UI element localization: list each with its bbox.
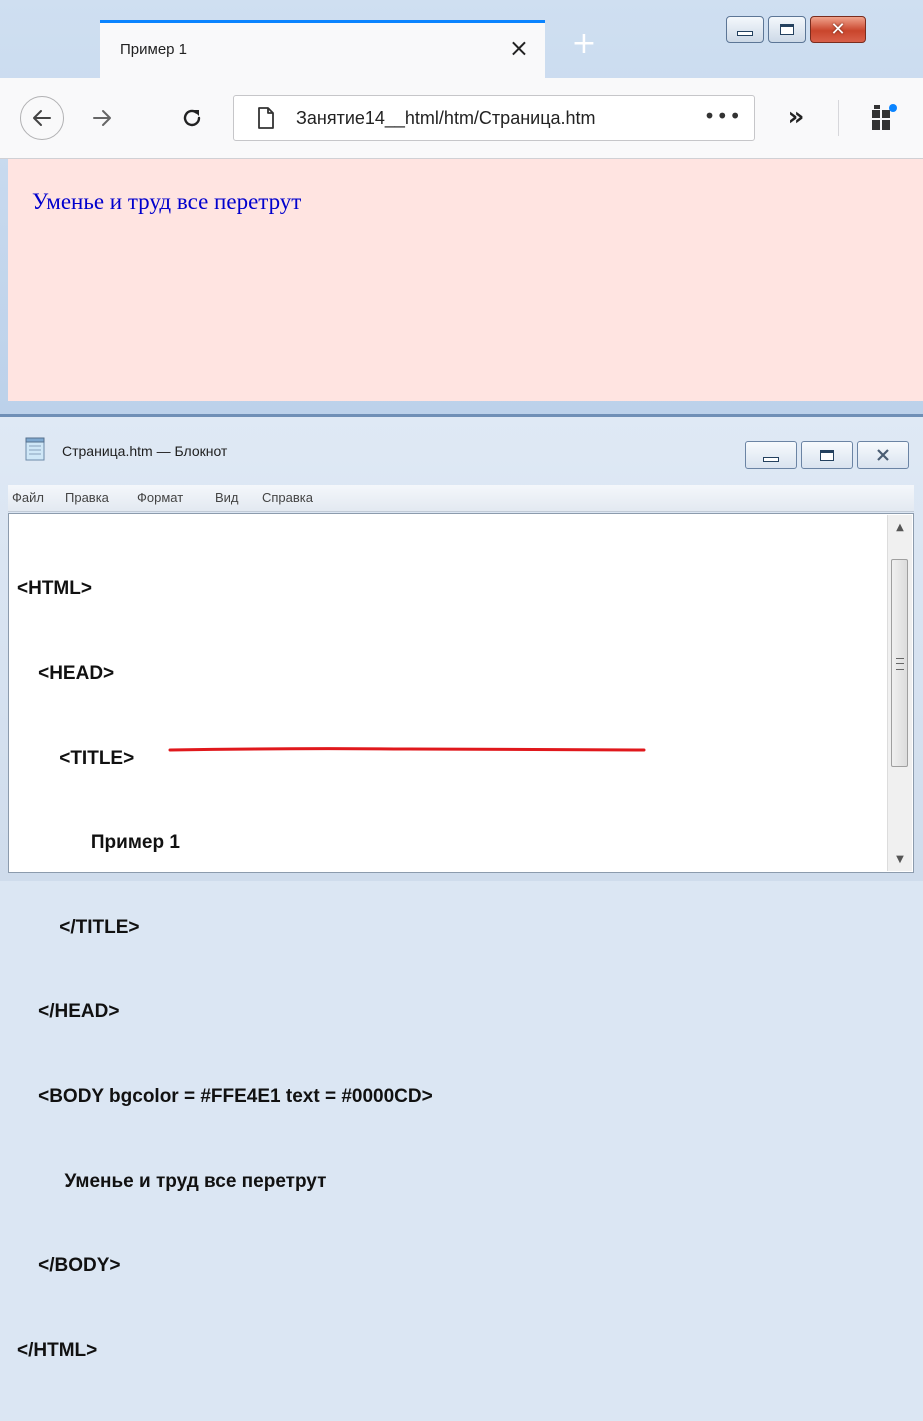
notepad-icon [25,437,45,461]
code-line: <HEAD> [17,663,115,684]
browser-window-controls: ✕ [726,16,866,44]
menu-view[interactable]: Вид [215,490,239,505]
source-code: <HTML> <HEAD> <TITLE> Пример 1 </TITLE> … [17,519,433,1421]
close-icon: ✕ [830,18,846,40]
page-body-text: Уменье и труд все перетрут [32,189,302,214]
nav-toolbar: Занятие14__html/htm/Страница.htm ••• » [0,78,923,159]
code-line: </BODY> [17,1255,121,1277]
red-underline-annotation [168,747,646,752]
scroll-up-arrow-icon[interactable]: ▲ [888,515,912,539]
back-arrow-icon [33,110,51,126]
close-icon [877,449,889,461]
close-button[interactable]: ✕ [810,16,866,43]
toolbar-overflow-button[interactable]: » [778,100,814,136]
minimize-button[interactable] [726,16,764,43]
code-line: <BODY bgcolor = #FFE4E1 text = #0000CD> [17,1085,433,1107]
tab-title: Пример 1 [120,41,188,58]
scroll-thumb[interactable] [891,559,908,767]
browser-tab[interactable]: Пример 1 × [100,20,545,78]
notepad-window-controls [745,441,909,469]
page-content: Уменье и труд все перетрут [8,159,923,401]
notepad-title: Страница.htm — Блокнот [62,443,228,459]
forward-arrow-icon [93,110,111,126]
code-line: </HEAD> [17,1001,120,1023]
menu-help[interactable]: Справка [262,490,313,505]
notepad-menubar: Файл Правка Формат Вид Справка [8,485,914,512]
vertical-scrollbar[interactable]: ▲ ▼ [887,515,912,871]
toolbar-separator [838,100,839,136]
tab-close-button[interactable]: × [509,33,529,63]
page-icon [258,107,274,129]
notepad-text-area[interactable]: <HTML> <HEAD> <TITLE> Пример 1 </TITLE> … [8,513,914,1361]
reload-icon [183,109,201,127]
menu-edit[interactable]: Правка [65,490,109,505]
url-text: Занятие14__html/htm/Страница.htm [296,108,596,128]
forward-button[interactable] [80,96,124,140]
menu-format[interactable]: Формат [137,490,183,505]
page-actions-button[interactable]: ••• [704,104,742,128]
notepad-close-button[interactable] [857,441,909,469]
grip-icon [896,658,904,670]
address-bar[interactable]: Занятие14__html/htm/Страница.htm ••• [233,95,755,141]
reload-button[interactable] [170,96,214,140]
tab-strip: Пример 1 × + ✕ [0,0,923,78]
maximize-button[interactable] [768,16,806,43]
code-line: </TITLE> [17,916,140,938]
code-line: </HTML> [17,1339,98,1361]
notepad-minimize-button[interactable] [745,441,797,469]
code-line: <HTML> [17,578,92,600]
minimize-icon [737,31,753,36]
maximize-icon [820,449,834,461]
code-line: Уменье и труд все перетрут [17,1170,327,1192]
notepad-window: Страница.htm — Блокнот Файл Правка Форма… [0,417,923,1361]
back-button[interactable] [20,96,64,140]
code-line: Пример 1 [17,832,180,854]
minimize-icon [763,456,779,462]
notepad-titlebar: Страница.htm — Блокнот [0,417,923,485]
scroll-down-arrow-icon[interactable]: ▼ [888,847,912,871]
menu-file[interactable]: Файл [12,490,44,505]
maximize-icon [780,24,794,35]
extensions-icon [872,104,897,130]
new-tab-button[interactable]: + [566,26,602,62]
notepad-maximize-button[interactable] [801,441,853,469]
extensions-button[interactable] [862,100,902,136]
browser-window: Пример 1 × + ✕ Занятие14__html/htm/Стран… [0,0,923,417]
